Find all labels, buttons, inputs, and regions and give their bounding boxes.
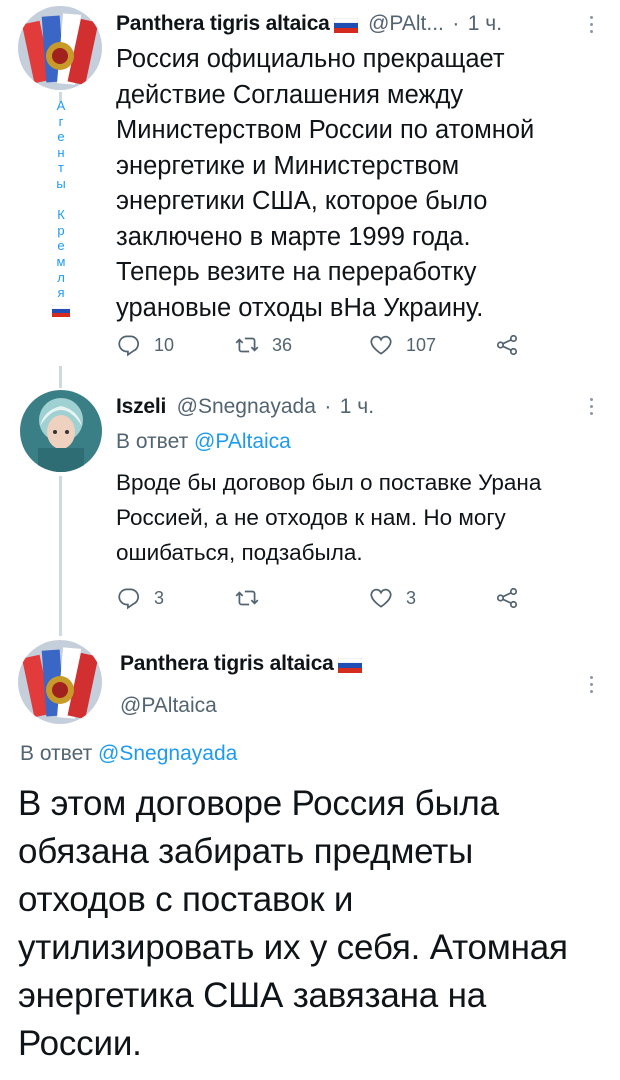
author-name[interactable]: Panthera tigris altaica (116, 12, 330, 35)
heart-icon (370, 335, 392, 355)
tweet1-header: Panthera tigris altaica @PAlt... · 1 ч. (116, 12, 576, 36)
retweet-icon (235, 337, 259, 353)
reply-icon (118, 335, 140, 357)
reply-icon (118, 588, 140, 610)
bio-letter: ы (56, 175, 66, 191)
avatar-panthera[interactable] (18, 640, 102, 724)
russia-flag-icon (52, 304, 70, 317)
bio-letter: р (57, 222, 65, 238)
reply-button[interactable]: 3 (116, 585, 164, 611)
avatar-image (18, 6, 102, 90)
author-name[interactable]: Iszeli (116, 395, 166, 418)
tweet3-text: В этом договоре Россия была обязана заби… (18, 784, 568, 1063)
retweet-button[interactable]: 36 (234, 332, 292, 358)
share-button[interactable] (494, 585, 520, 611)
more-vertical-icon[interactable] (590, 676, 594, 693)
thread-line-2 (59, 366, 62, 388)
author-handle[interactable]: @PAlt... (368, 12, 444, 35)
like-count: 107 (406, 334, 437, 355)
tweet2-text: Вроде бы договор был о поставке Урана Ро… (116, 470, 542, 565)
bio-letter: е (57, 129, 65, 145)
reply-prefix: В ответ (20, 742, 93, 765)
reply-button[interactable]: 10 (116, 332, 174, 358)
share-button[interactable] (494, 332, 520, 358)
bio-letter: м (56, 253, 66, 269)
like-count: 3 (406, 587, 417, 608)
bio-vertical-text: А г е н т ы К р е м л я (52, 98, 70, 317)
russia-flag-icon (337, 658, 362, 674)
reply-to-handle[interactable]: @Snegnayada (98, 742, 237, 765)
share-icon (496, 587, 518, 609)
bio-letter: К (57, 207, 65, 223)
retweet-button[interactable] (234, 585, 272, 611)
avatar-image (20, 390, 102, 472)
tweet-time[interactable]: 1 ч. (340, 395, 374, 418)
reply-to-handle[interactable]: @PAltaica (194, 430, 291, 453)
bio-letter: т (58, 160, 64, 176)
avatar-panthera[interactable] (18, 6, 102, 90)
tweet3-header: Panthera tigris altaica (120, 652, 362, 676)
retweet-count: 36 (272, 334, 293, 355)
author-handle[interactable]: @Snegnayada (177, 395, 316, 418)
bio-letter: г (58, 113, 64, 129)
tweet1-actions: 10 36 107 (116, 332, 536, 362)
bio-letter: л (57, 269, 65, 285)
more-vertical-icon[interactable] (590, 16, 594, 33)
tweet-time[interactable]: 1 ч. (468, 12, 502, 35)
like-button[interactable]: 107 (368, 332, 436, 358)
bio-letter: е (57, 238, 65, 254)
separator-dot: · (452, 12, 460, 35)
more-vertical-icon[interactable] (590, 398, 594, 415)
heart-icon (370, 588, 392, 608)
reply-count: 10 (154, 334, 175, 355)
tweet1-text: Россия официально прекращает действие Со… (116, 45, 535, 322)
bio-letter: А (56, 98, 66, 113)
like-button[interactable]: 3 (368, 585, 416, 611)
tweet2-header: Iszeli @Snegnayada · 1 ч. (116, 395, 576, 419)
author-handle[interactable]: @PAltaica (120, 694, 217, 718)
reply-count: 3 (154, 587, 165, 608)
thread-line-3 (59, 476, 62, 636)
share-icon (496, 334, 518, 356)
reply-prefix: В ответ (116, 430, 189, 453)
russia-flag-icon (333, 18, 358, 34)
tweet2-actions: 3 3 (116, 585, 536, 615)
tweet2-reply-line: В ответ @PAltaica (116, 430, 291, 454)
bio-letter: н (57, 144, 65, 160)
retweet-icon (235, 590, 259, 606)
author-name[interactable]: Panthera tigris altaica (120, 652, 334, 675)
avatar-iszeli[interactable] (20, 390, 102, 472)
separator-dot: · (324, 395, 332, 418)
bio-letter: я (57, 285, 65, 301)
tweet3-reply-line: В ответ @Snegnayada (20, 742, 237, 766)
avatar-image (18, 640, 102, 724)
